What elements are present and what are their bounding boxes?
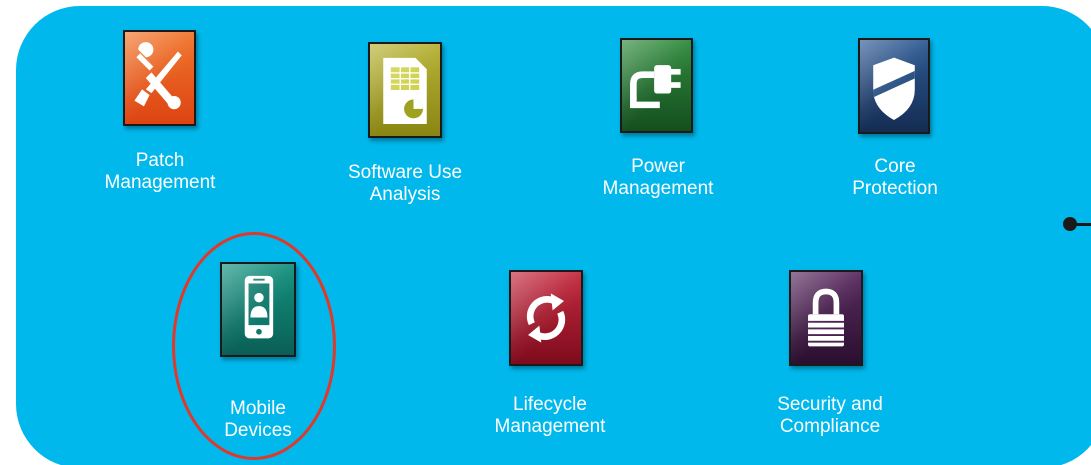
padlock-icon (789, 270, 863, 366)
module-label: Security and Compliance (777, 394, 883, 437)
shield-icon (858, 38, 930, 134)
module-label: Lifecycle Management (494, 394, 606, 437)
spreadsheet-pie-icon (368, 42, 442, 138)
module-label: Core Protection (852, 156, 938, 199)
connector-dot (1063, 217, 1077, 231)
module-label: Power Management (602, 156, 714, 199)
mobile-devices-highlight-ring (172, 232, 336, 460)
wrench-screwdriver-icon (123, 30, 196, 126)
power-plug-icon (620, 38, 693, 133)
stage: Patch Management Software Use Analysis P… (0, 0, 1091, 465)
module-label: Patch Management (104, 150, 216, 193)
module-label: Software Use Analysis (347, 162, 463, 205)
refresh-arrows-icon (509, 270, 583, 366)
